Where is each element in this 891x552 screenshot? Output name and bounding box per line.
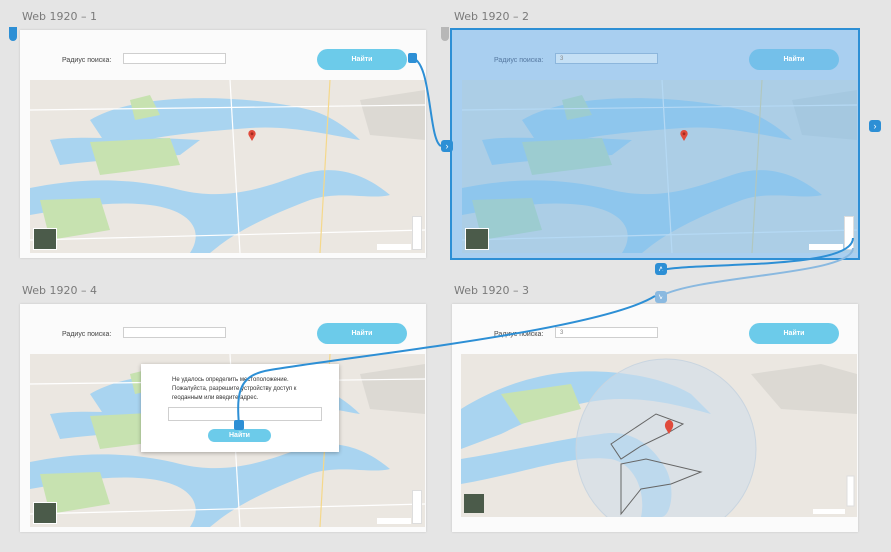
search-radius-input[interactable]: 3 bbox=[555, 53, 658, 64]
chevron-up-icon[interactable]: ˄ bbox=[655, 263, 667, 275]
artboard-web-1920-3[interactable]: Радиус поиска: 3 Найти bbox=[452, 304, 858, 532]
frame-title-2: Web 1920 – 2 bbox=[454, 10, 529, 23]
map-pin-icon bbox=[248, 130, 256, 141]
address-input[interactable] bbox=[168, 407, 322, 421]
chevron-down-icon[interactable]: ˅ bbox=[655, 291, 667, 303]
city-map[interactable] bbox=[462, 80, 857, 253]
frame-title-1: Web 1920 – 1 bbox=[22, 10, 97, 23]
selection-tint bbox=[462, 80, 857, 253]
search-radius-label: Радиус поиска: bbox=[62, 57, 112, 64]
find-button[interactable]: Найти bbox=[317, 49, 407, 70]
search-radius-input[interactable]: 3 bbox=[555, 327, 658, 338]
find-button[interactable]: Найти bbox=[317, 323, 407, 344]
artboard-web-1920-2[interactable]: Радиус поиска: 3 Найти bbox=[450, 28, 860, 260]
map-scale bbox=[377, 518, 411, 524]
zoom-controls[interactable] bbox=[412, 490, 422, 524]
search-radius-label: Радиус поиска: bbox=[494, 331, 544, 338]
location-error-dialog: Не удалось определить местоположение. По… bbox=[141, 364, 339, 452]
city-map[interactable] bbox=[30, 80, 425, 253]
dialog-message: Не удалось определить местоположение. По… bbox=[172, 377, 297, 401]
zoom-controls[interactable] bbox=[844, 216, 854, 250]
frame-title-3: Web 1920 – 3 bbox=[454, 284, 529, 297]
zoom-controls[interactable] bbox=[412, 216, 422, 250]
map-scale bbox=[809, 244, 843, 250]
map-pin-icon bbox=[680, 130, 688, 141]
find-button[interactable]: Найти bbox=[749, 49, 839, 70]
find-button[interactable]: Найти bbox=[749, 323, 839, 344]
search-radius-label: Радиус поиска: bbox=[62, 331, 112, 338]
chevron-right-icon[interactable]: › bbox=[869, 120, 881, 132]
map-graphic bbox=[30, 80, 425, 253]
search-radius-input[interactable] bbox=[123, 53, 226, 64]
frame-1-start-marker[interactable] bbox=[9, 27, 17, 41]
satellite-thumbnail[interactable] bbox=[465, 228, 489, 250]
map-scale bbox=[377, 244, 411, 250]
search-radius-label: Радиус поиска: bbox=[494, 57, 544, 64]
satellite-thumbnail[interactable] bbox=[33, 228, 57, 250]
frame-2-marker bbox=[441, 27, 449, 41]
zoomed-map-graphic bbox=[461, 354, 857, 517]
dialog-find-button[interactable]: Найти bbox=[208, 429, 271, 442]
artboard-web-1920-1[interactable]: Радиус поиска: Найти bbox=[20, 30, 426, 258]
city-map-zoomed[interactable] bbox=[461, 354, 857, 517]
chevron-right-icon[interactable]: › bbox=[441, 140, 453, 152]
satellite-thumbnail[interactable] bbox=[33, 502, 57, 524]
search-radius-input[interactable] bbox=[123, 327, 226, 338]
frame-title-4: Web 1920 – 4 bbox=[22, 284, 97, 297]
